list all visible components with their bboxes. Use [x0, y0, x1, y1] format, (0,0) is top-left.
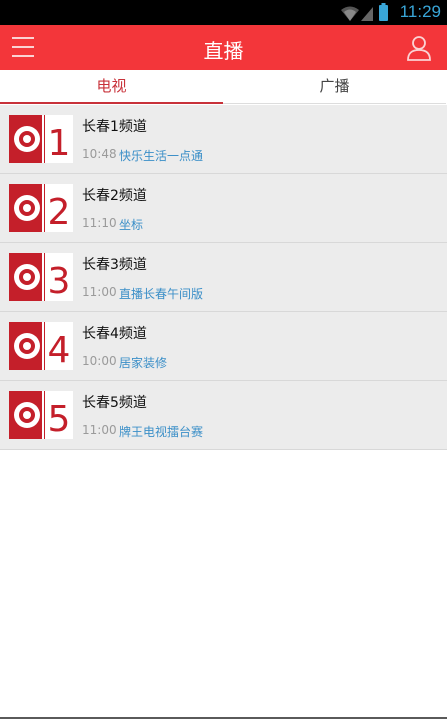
wifi-icon [341, 6, 359, 21]
channel-name: 长春2频道 [82, 188, 147, 204]
channel-logo: 2 [9, 184, 73, 232]
list-item[interactable]: 5 长春5频道 11:00 牌王电视擂台赛 [0, 381, 447, 450]
channel-number: 2 [48, 192, 71, 232]
channel-logo: 5 [9, 391, 73, 439]
program-title[interactable]: 牌王电视擂台赛 [119, 423, 203, 440]
tab-bar: 电视 广播 [0, 70, 447, 104]
status-time: 11:29 [399, 2, 441, 21]
program-time: 10:48 [82, 147, 117, 161]
channel-logo: 3 [9, 253, 73, 301]
channel-name: 长春5频道 [82, 395, 147, 411]
tab-tv[interactable]: 电视 [0, 70, 223, 104]
channel-name: 长春1频道 [82, 119, 147, 135]
list-item[interactable]: 2 长春2频道 11:10 坐标 [0, 174, 447, 243]
program-title[interactable]: 快乐生活一点通 [119, 147, 203, 164]
program-time: 11:00 [82, 423, 117, 437]
program-time: 11:00 [82, 285, 117, 299]
user-icon[interactable] [405, 34, 433, 62]
status-icons [341, 3, 388, 21]
list-item[interactable]: 3 长春3频道 11:00 直播长春午间版 [0, 243, 447, 312]
channel-name: 长春3频道 [82, 257, 147, 273]
list-item[interactable]: 4 长春4频道 10:00 居家装修 [0, 312, 447, 381]
page-title: 直播 [203, 39, 244, 63]
list-item[interactable]: 1 长春1频道 10:48 快乐生活一点通 [0, 105, 447, 174]
program-title[interactable]: 坐标 [119, 216, 143, 233]
program-time: 10:00 [82, 354, 117, 368]
app-header: 直播 [0, 25, 447, 70]
program-title[interactable]: 居家装修 [119, 354, 167, 371]
program-title[interactable]: 直播长春午间版 [119, 285, 203, 302]
channel-number: 4 [48, 330, 71, 370]
program-time: 11:10 [82, 216, 117, 230]
signal-icon [361, 7, 373, 21]
channel-list: 1 长春1频道 10:48 快乐生活一点通 2 长春2频道 11:10 坐标 3 [0, 105, 447, 450]
channel-logo: 4 [9, 322, 73, 370]
battery-icon [379, 3, 388, 21]
channel-number: 3 [48, 261, 71, 301]
channel-name: 长春4频道 [82, 326, 147, 342]
channel-number: 1 [48, 123, 71, 163]
status-bar: 11:29 [0, 0, 447, 25]
channel-logo: 1 [9, 115, 73, 163]
tab-radio[interactable]: 广播 [223, 70, 446, 104]
channel-number: 5 [48, 399, 71, 439]
